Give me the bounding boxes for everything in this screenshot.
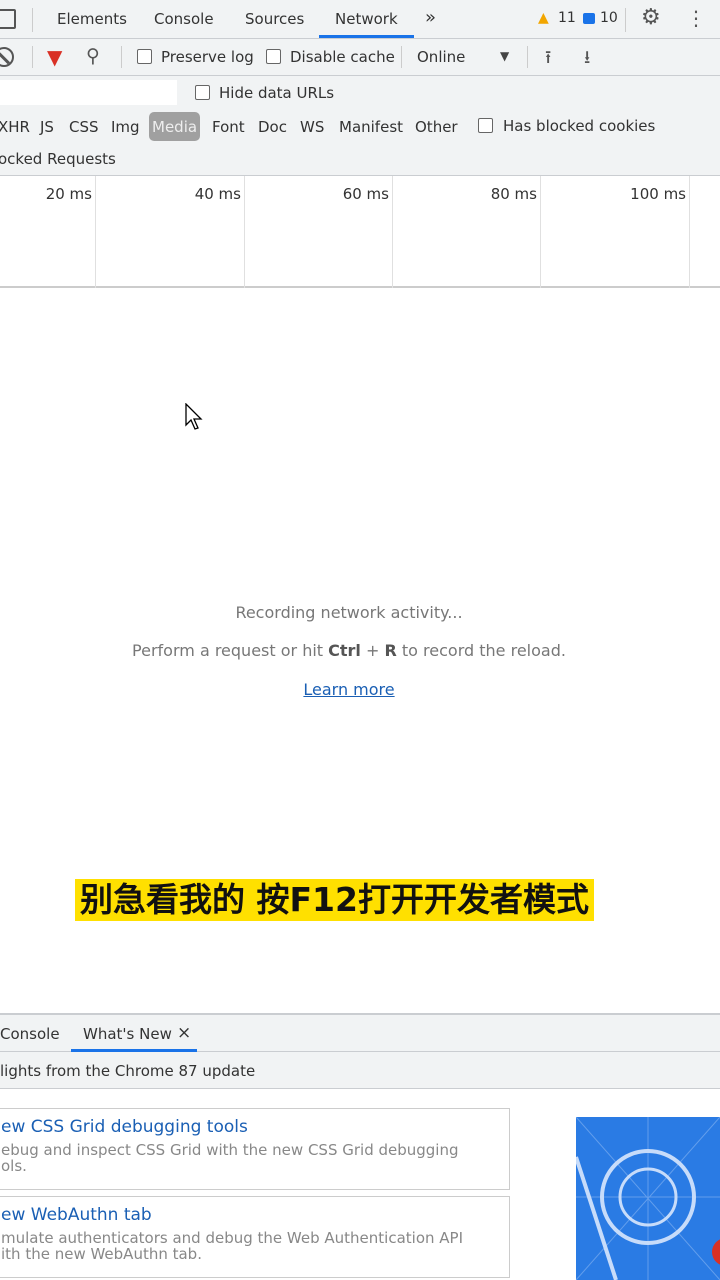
timeline-tick: 60 ms	[342, 185, 389, 203]
drawer-tab-console[interactable]: Console	[0, 1025, 60, 1043]
preserve-log-checkbox[interactable]	[137, 49, 152, 64]
type-doc[interactable]: Doc	[258, 118, 287, 136]
hint-plus: +	[360, 641, 385, 660]
preserve-log-label: Preserve log	[161, 48, 254, 66]
active-tab-indicator	[319, 35, 414, 38]
feature-card[interactable]: ew CSS Grid debugging tools ebug and ins…	[0, 1108, 510, 1190]
feature-card[interactable]: ew WebAuthn tab mulate authenticators an…	[0, 1196, 510, 1278]
hint-text-end: to record the reload.	[396, 641, 566, 660]
devtools-tab-bar: Elements Console Sources Network » ▲ 11 …	[0, 0, 720, 39]
warning-icon: ▲	[538, 10, 549, 26]
type-css[interactable]: CSS	[69, 118, 99, 136]
warning-count[interactable]: 11	[558, 10, 576, 26]
clear-icon[interactable]	[0, 47, 14, 67]
r-key: R	[384, 641, 397, 660]
has-blocked-cookies-label: Has blocked cookies	[503, 117, 656, 135]
export-har-icon[interactable]: ⭳	[584, 45, 590, 75]
whats-new-header: lights from the Chrome 87 update	[0, 1052, 720, 1089]
filter-bar: Hide data URLs XHR JS CSS Img Media Font…	[0, 76, 720, 176]
tab-sources[interactable]: Sources	[245, 10, 304, 28]
feature-description: mulate authenticators and debug the Web …	[1, 1229, 463, 1263]
message-count[interactable]: 10	[600, 10, 618, 26]
blocked-requests-label[interactable]: ocked Requests	[0, 150, 116, 168]
filter-input[interactable]	[0, 80, 177, 105]
timeline-overview[interactable]: 20 ms 40 ms 60 ms 80 ms 100 ms	[0, 176, 720, 288]
more-tabs-button[interactable]: »	[425, 7, 436, 28]
type-img[interactable]: Img	[111, 118, 140, 136]
drawer-tab-bar: Console What's New ×	[0, 1013, 720, 1052]
timeline-tick: 40 ms	[194, 185, 241, 203]
import-har-icon[interactable]: ⭱	[545, 45, 551, 75]
video-subtitle: 别急看我的 按F12打开开发者模式	[75, 879, 594, 921]
type-ws[interactable]: WS	[300, 118, 324, 136]
throttling-select[interactable]: Online	[417, 48, 465, 66]
hide-data-urls-label: Hide data URLs	[219, 84, 335, 102]
disable-cache-label: Disable cache	[290, 48, 395, 66]
dropdown-arrow-icon[interactable]: ▼	[500, 49, 509, 63]
whats-new-header-text: lights from the Chrome 87 update	[0, 1062, 256, 1080]
chrome-update-banner-image	[576, 1117, 720, 1280]
tab-network[interactable]: Network	[335, 10, 398, 28]
device-toolbar-icon[interactable]	[0, 9, 16, 29]
message-icon	[583, 13, 595, 24]
close-icon[interactable]: ×	[177, 1023, 191, 1043]
more-options-icon[interactable]: ⋮	[686, 6, 706, 30]
search-icon[interactable]: ⚲	[86, 45, 100, 67]
hide-data-urls-checkbox[interactable]	[195, 85, 210, 100]
type-font[interactable]: Font	[212, 118, 245, 136]
disable-cache-checkbox[interactable]	[266, 49, 281, 64]
reload-hint: Perform a request or hit Ctrl + R to rec…	[0, 638, 698, 677]
tab-elements[interactable]: Elements	[57, 10, 127, 28]
timeline-tick: 20 ms	[45, 185, 92, 203]
feature-title[interactable]: ew WebAuthn tab	[0, 1197, 509, 1225]
tab-console[interactable]: Console	[154, 10, 214, 28]
type-other[interactable]: Other	[415, 118, 458, 136]
feature-description: ebug and inspect CSS Grid with the new C…	[1, 1141, 459, 1175]
type-media[interactable]: Media	[149, 112, 201, 141]
has-blocked-cookies-checkbox[interactable]	[478, 118, 493, 133]
timeline-tick: 80 ms	[490, 185, 537, 203]
drawer-tab-whats-new[interactable]: What's New	[83, 1025, 172, 1043]
hint-text: Perform a request or hit	[132, 641, 329, 660]
empty-state: Recording network activity... Perform a …	[0, 600, 698, 703]
type-js[interactable]: JS	[40, 118, 54, 136]
mouse-cursor-icon	[185, 403, 203, 430]
filter-icon[interactable]: ▼	[47, 45, 62, 69]
ctrl-key: Ctrl	[328, 641, 361, 660]
network-toolbar: ▼ ⚲ Preserve log Disable cache Online ▼ …	[0, 39, 720, 76]
recording-message: Recording network activity...	[235, 603, 463, 622]
type-xhr[interactable]: XHR	[0, 118, 30, 136]
feature-title[interactable]: ew CSS Grid debugging tools	[0, 1109, 509, 1137]
timeline-tick: 100 ms	[630, 185, 686, 203]
type-manifest[interactable]: Manifest	[339, 118, 403, 136]
settings-gear-icon[interactable]: ⚙	[641, 5, 661, 30]
learn-more-link[interactable]: Learn more	[303, 680, 394, 699]
